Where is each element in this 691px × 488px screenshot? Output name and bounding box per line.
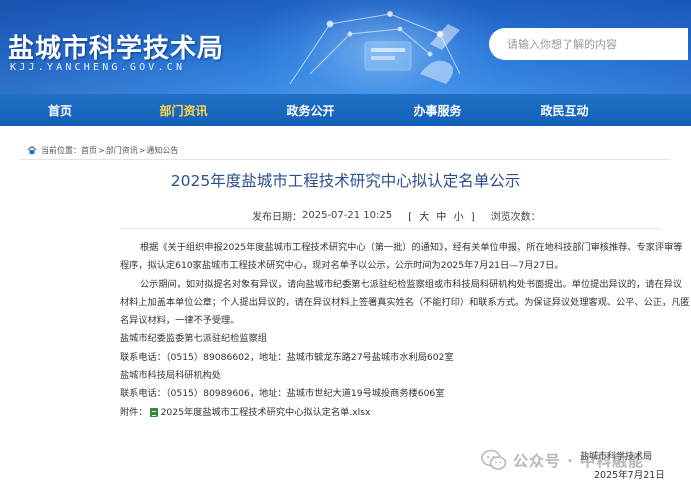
article-body: 根据《关于组织申报2025年度盐城市工程技术研究中心（第一批）的通知》，经有关单… (120, 239, 690, 422)
breadcrumb-separator: > (98, 145, 105, 155)
wechat-watermark: 公众号 · 中科融能 (481, 447, 644, 473)
views-label: 浏览次数： (490, 211, 541, 223)
contact-2-info: 联系电话：（0515）80989606，地址：盐城市世纪大道19号城投商务楼60… (120, 388, 445, 400)
font-size-bracket-open: [ (408, 211, 413, 223)
attachment-label: 附件： (120, 406, 148, 418)
header-banner: 盐城市科学技术局 KJJ.YANCHENG.GOV.CN (0, 0, 691, 94)
article-title: 2025年度盐城市工程技术研究中心拟认定名单公示 (170, 172, 521, 190)
excel-file-icon (149, 408, 158, 418)
breadcrumb-notices[interactable]: 通知公告 (146, 145, 178, 156)
site-domain: KJJ.YANCHENG.GOV.CN (10, 62, 186, 73)
attachment-row: 附件： 2025年度盐城市工程技术研究中心拟认定名单.xlsx (120, 404, 690, 422)
contact-1-name: 盐城市纪委监委第七派驻纪检监察组 (120, 333, 267, 345)
nav-item-label: 政务公开 (286, 103, 335, 118)
nav-item-label: 办事服务 (413, 103, 462, 118)
meta-divider (120, 228, 661, 229)
nav-item-government-affairs[interactable]: 政务公开 (247, 94, 374, 126)
font-size-small-button[interactable]: 小 (452, 212, 466, 223)
paragraph-notice: 根据《关于组织申报2025年度盐城市工程技术研究中心（第一批）的通知》，经有关单… (120, 242, 683, 272)
breadcrumb-prefix: 当前位置： (41, 145, 81, 155)
publish-date-label: 发布日期： (252, 211, 302, 223)
tech-decoration-illustration (289, 11, 461, 85)
search-box (489, 28, 688, 60)
breadcrumb-department-news[interactable]: 部门资讯 (106, 145, 138, 156)
breadcrumb: 当前位置： 首页 > 部门资讯 > 通知公告 (27, 143, 178, 157)
attachment-link[interactable]: 2025年度盐城市工程技术研究中心拟认定名单.xlsx (161, 404, 371, 422)
paragraph-objection: 公示期间，如对拟提名对象有异议，请向盐城市纪委第七派驻纪检监察组或市科技局科研机… (120, 278, 690, 327)
main-nav: 首页 部门资讯 政务公开 办事服务 政民互动 (0, 94, 691, 126)
breadcrumb-separator: > (138, 145, 146, 155)
nav-item-label: 部门资讯 (159, 103, 208, 118)
search-input[interactable] (507, 37, 667, 51)
breadcrumb-home[interactable]: 首页 (81, 145, 97, 156)
nav-item-label: 首页 (47, 103, 72, 118)
font-size-medium-button[interactable]: 中 (434, 212, 448, 223)
breadcrumb-divider (20, 159, 671, 160)
nav-item-department-news[interactable]: 部门资讯 (120, 94, 247, 126)
nav-item-label: 政民互动 (540, 103, 589, 118)
publish-date-value: 2025-07-21 10:25 (302, 209, 393, 221)
nav-item-services[interactable]: 办事服务 (374, 94, 501, 126)
font-size-large-button[interactable]: 大 (417, 212, 431, 223)
contact-2-name: 盐城市科技局科研机构处 (120, 370, 222, 382)
contact-1-info: 联系电话：（0515）89086602，地址：盐城市毓龙东路27号盐城市水利局6… (120, 351, 454, 363)
font-size-control: [ 大 中 小 ] (406, 208, 477, 223)
article-meta: 发布日期： 2025-07-21 10:25 [ 大 中 小 ] 浏览次数： (252, 208, 541, 223)
nav-item-home[interactable]: 首页 (0, 94, 120, 126)
home-icon (27, 145, 37, 154)
nav-item-interaction[interactable]: 政民互动 (501, 94, 628, 126)
wechat-icon (481, 449, 507, 470)
watermark-text: 公众号 · 中科融能 (513, 451, 645, 470)
font-size-bracket-close: ] (470, 211, 475, 223)
site-title[interactable]: 盐城市科学技术局 (8, 28, 224, 65)
